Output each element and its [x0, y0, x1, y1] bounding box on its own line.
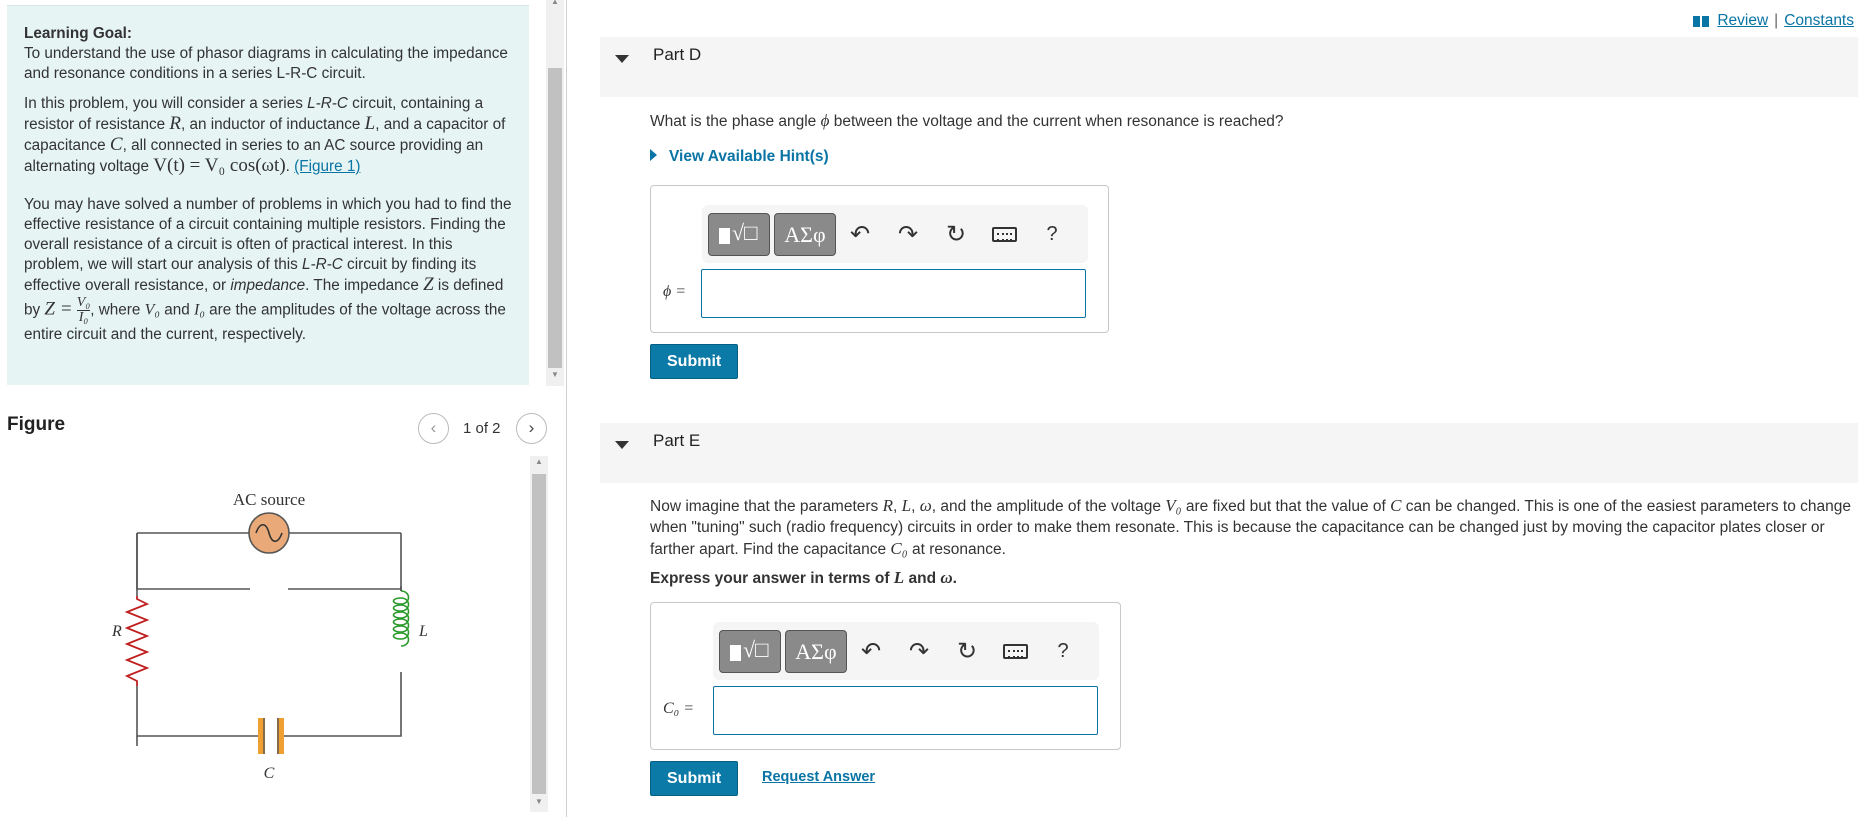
part-d-hint-toggle[interactable]: View Available Hint(s)	[650, 148, 829, 166]
review-link[interactable]: Review	[1717, 12, 1768, 30]
top-nav: Review | Constants	[1693, 12, 1854, 30]
figure-title: Figure	[7, 414, 66, 435]
templates-button[interactable]: √□	[719, 629, 781, 673]
figure-scrollbar-thumb[interactable]	[532, 474, 546, 794]
part-d-header[interactable]: Part D	[600, 37, 1858, 97]
part-e-answer-box: √□ ΑΣφ ↶ ↷ ↻ ? C₀ =	[650, 602, 1121, 750]
impedance-paragraph: You may have solved a number of problems…	[24, 196, 512, 343]
goal-scrollbar-thumb[interactable]	[548, 68, 562, 368]
wire-top-right	[288, 588, 402, 591]
collapse-triangle-icon[interactable]	[615, 55, 629, 63]
figure-scrollbar[interactable]: ▲ ▼	[530, 456, 548, 812]
redo-icon[interactable]: ↷	[895, 637, 943, 666]
resistor-symbol	[124, 596, 150, 686]
part-d-title: Part D	[653, 45, 702, 64]
circuit-figure: AC source R L C	[7, 456, 527, 816]
expand-triangle-icon	[650, 149, 657, 161]
figure-next-button[interactable]: ›	[516, 413, 547, 444]
panel-divider[interactable]	[566, 0, 567, 817]
undo-icon[interactable]: ↶	[847, 637, 895, 666]
resistor-label: R	[111, 623, 122, 640]
figure-count: 1 of 2	[463, 420, 501, 437]
help-button[interactable]: ?	[1039, 640, 1087, 663]
inductor-label: L	[418, 623, 428, 640]
symbols-button[interactable]: ΑΣφ	[774, 212, 836, 256]
help-button[interactable]: ?	[1028, 223, 1076, 246]
keyboard-icon[interactable]	[991, 637, 1039, 665]
part-d-answer-input[interactable]	[701, 269, 1086, 318]
part-e-submit-button[interactable]: Submit	[650, 761, 739, 796]
wire-bottom-right	[277, 680, 402, 737]
reset-icon[interactable]: ↻	[932, 220, 980, 249]
figure-1-link[interactable]: (Figure 1)	[294, 158, 360, 175]
figure-prev-button[interactable]: ‹	[418, 413, 449, 444]
wire-top-left	[136, 533, 250, 590]
inductor-symbol	[392, 590, 410, 647]
wire-bottom-left	[136, 686, 265, 737]
part-e-instruction: Express your answer in terms of L and ω.	[650, 568, 957, 587]
part-e-answer-input[interactable]	[713, 686, 1098, 735]
redo-icon[interactable]: ↷	[884, 220, 932, 249]
reset-icon[interactable]: ↻	[943, 637, 991, 666]
collapse-triangle-icon[interactable]	[615, 441, 629, 449]
part-e-answer-label: C₀ =	[663, 700, 695, 717]
learning-goal-title: Learning Goal:	[24, 25, 132, 42]
figure-header: Figure ‹ 1 of 2 ›	[7, 413, 555, 444]
keyboard-icon[interactable]	[980, 220, 1028, 248]
part-d-question: What is the phase angle ϕ between the vo…	[650, 111, 1284, 130]
math-toolbar: √□ ΑΣφ ↶ ↷ ↻ ?	[702, 205, 1088, 263]
capacitor-label: C	[264, 765, 275, 782]
circuit-diagram: AC source R L C	[111, 490, 428, 782]
part-e-header[interactable]: Part E	[600, 423, 1858, 483]
ac-source-label: AC source	[233, 490, 305, 509]
left-panel: Learning Goal: To understand the use of …	[0, 0, 570, 817]
part-d-answer-box: √□ ΑΣφ ↶ ↷ ↻ ? ϕ =	[650, 185, 1109, 333]
part-e-title: Part E	[653, 431, 701, 450]
undo-icon[interactable]: ↶	[836, 220, 884, 249]
part-e-question: Now imagine that the parameters R, L, ω,…	[650, 496, 1851, 558]
part-d-answer-label: ϕ =	[663, 283, 687, 300]
intro-paragraph: In this problem, you will consider a ser…	[24, 95, 506, 176]
impedance-fraction: V₀ I₀	[76, 295, 91, 325]
request-answer-link[interactable]: Request Answer	[762, 769, 875, 785]
goal-scrollbar[interactable]: ▲ ▼	[546, 0, 564, 386]
symbols-button[interactable]: ΑΣφ	[785, 629, 847, 673]
constants-link[interactable]: Constants	[1784, 12, 1854, 30]
nav-separator: |	[1774, 12, 1779, 29]
templates-button[interactable]: √□	[708, 212, 770, 256]
learning-goal-objective: To understand the use of phasor diagrams…	[24, 45, 508, 82]
learning-goal-panel: Learning Goal: To understand the use of …	[7, 5, 529, 385]
book-icon	[1693, 15, 1710, 27]
part-d-submit-button[interactable]: Submit	[650, 344, 739, 379]
math-toolbar: √□ ΑΣφ ↶ ↷ ↻ ?	[713, 622, 1099, 680]
